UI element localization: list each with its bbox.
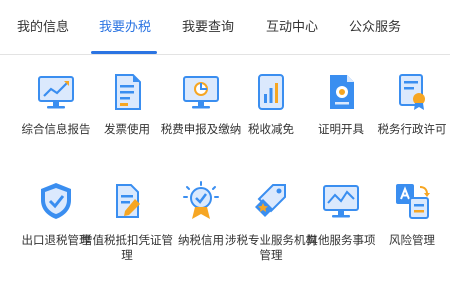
certificate-document-icon <box>321 72 361 112</box>
service-export-rebate[interactable]: 出口退税管理 <box>18 181 94 281</box>
monitor-chart-icon <box>36 72 76 112</box>
shield-check-icon <box>36 181 76 221</box>
service-invoice-use[interactable]: 发票使用 <box>89 72 165 172</box>
monitor-trend-icon <box>321 181 361 221</box>
service-label: 风险管理 <box>389 233 435 247</box>
translate-cards-icon <box>392 181 432 221</box>
document-edit-icon <box>107 181 147 221</box>
license-ribbon-icon <box>392 72 432 112</box>
tab-public-service[interactable]: 公众服务 <box>349 0 401 55</box>
service-tax-credit[interactable]: 纳税信用 <box>163 181 239 281</box>
invoice-document-icon <box>107 72 147 112</box>
active-tab-indicator <box>91 51 157 54</box>
tablet-chart-icon <box>251 72 291 112</box>
monitor-report-icon <box>181 72 221 112</box>
service-other-matters[interactable]: 其他服务事项 <box>303 181 379 281</box>
tab-interaction-center[interactable]: 互动中心 <box>266 0 318 55</box>
service-grid: 综合信息报告 发票使用 税费申报及缴纳 税收减免 证明开具 税务行政许可 出口退… <box>0 55 450 270</box>
tab-my-info[interactable]: 我的信息 <box>17 0 69 55</box>
tab-tax-handling[interactable]: 我要办税 <box>99 0 151 55</box>
service-vat-deduction[interactable]: 增值税抵扣凭证管理 <box>81 181 173 281</box>
service-label: 税务行政许可 <box>377 122 447 136</box>
credit-badge-icon <box>181 181 221 221</box>
tab-bar: 我的信息 我要办税 我要查询 互动中心 公众服务 <box>0 0 450 55</box>
tab-query[interactable]: 我要查询 <box>182 0 234 55</box>
service-agency-management[interactable]: 涉税专业服务机构管理 <box>225 181 317 281</box>
service-risk-management[interactable]: 风险管理 <box>374 181 450 281</box>
service-administrative-license[interactable]: 税务行政许可 <box>374 72 450 172</box>
agency-tag-icon <box>251 181 291 221</box>
